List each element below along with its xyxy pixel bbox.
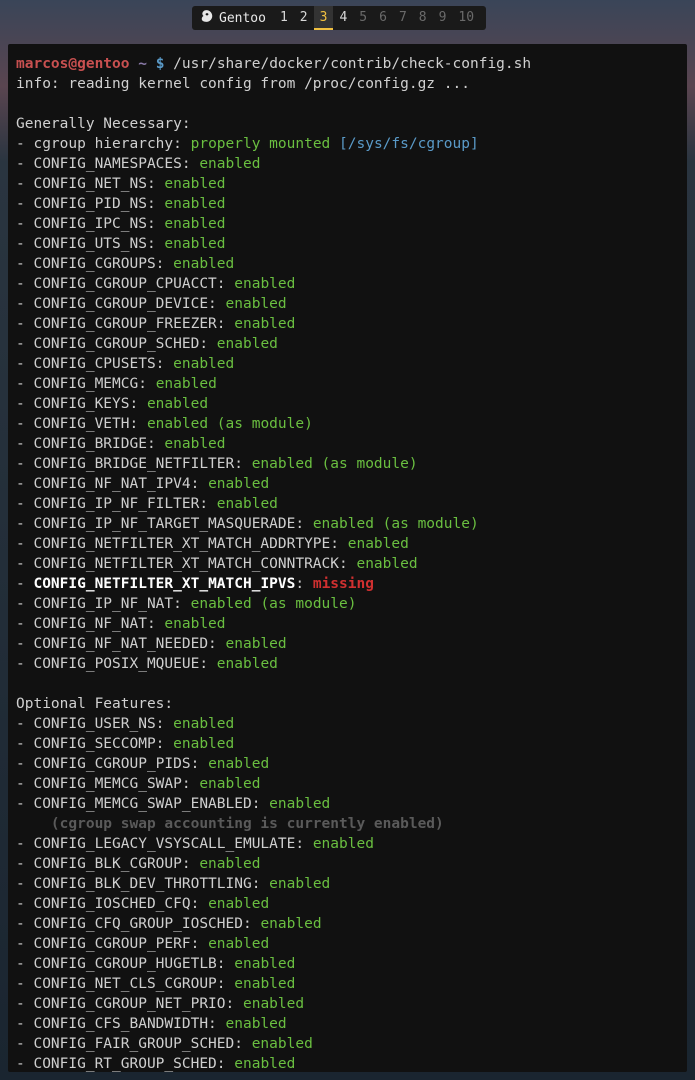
config-line: - CONFIG_IP_NF_FILTER: enabled [16,494,679,514]
gentoo-icon [200,9,214,27]
config-line: - CONFIG_IP_NF_TARGET_MASQUERADE: enable… [16,514,679,534]
config-line: - CONFIG_CGROUP_NET_PRIO: enabled [16,994,679,1014]
tabbar-title: Gentoo [198,9,274,27]
config-line: - CONFIG_MEMCG_SWAP_ENABLED: enabled [16,794,679,814]
config-line: - CONFIG_BRIDGE: enabled [16,434,679,454]
prompt-line: marcos@gentoo ~ $ /usr/share/docker/cont… [16,54,679,74]
config-line: - CONFIG_MEMCG_SWAP: enabled [16,774,679,794]
workspace-tab-5[interactable]: 5 [353,6,373,30]
config-line: - CONFIG_USER_NS: enabled [16,714,679,734]
workspace-tab-3[interactable]: 3 [314,6,334,30]
workspace-tab-1[interactable]: 1 [274,6,294,30]
config-line: - CONFIG_NET_NS: enabled [16,174,679,194]
workspace-tabbar: Gentoo 12345678910 [192,6,486,30]
prompt-user: marcos@gentoo [16,56,130,72]
workspace-tab-4[interactable]: 4 [333,6,353,30]
config-line: - CONFIG_UTS_NS: enabled [16,234,679,254]
section-header-2: Optional Features: [16,694,679,714]
config-line: - CONFIG_CGROUP_DEVICE: enabled [16,294,679,314]
config-line: - CONFIG_CGROUP_SCHED: enabled [16,334,679,354]
config-line: - CONFIG_NETFILTER_XT_MATCH_ADDRTYPE: en… [16,534,679,554]
config-line: - CONFIG_LEGACY_VSYSCALL_EMULATE: enable… [16,834,679,854]
config-line: - CONFIG_NETFILTER_XT_MATCH_CONNTRACK: e… [16,554,679,574]
config-note: (cgroup swap accounting is currently ena… [16,814,679,834]
config-line: - CONFIG_CGROUP_HUGETLB: enabled [16,954,679,974]
prompt-symbol: $ [156,56,165,72]
config-line: - CONFIG_NETFILTER_XT_MATCH_IPVS: missin… [16,574,679,594]
workspace-numbers: 12345678910 [274,6,480,30]
workspace-tab-6[interactable]: 6 [373,6,393,30]
info-line: info: reading kernel config from /proc/c… [16,74,679,94]
config-line: - CONFIG_POSIX_MQUEUE: enabled [16,654,679,674]
tabbar-title-text: Gentoo [219,11,266,26]
config-line: - CONFIG_PID_NS: enabled [16,194,679,214]
config-line: - CONFIG_NF_NAT: enabled [16,614,679,634]
config-line: - CONFIG_CFS_BANDWIDTH: enabled [16,1014,679,1034]
config-line: - CONFIG_CGROUPS: enabled [16,254,679,274]
workspace-tab-7[interactable]: 7 [393,6,413,30]
section2-items: - CONFIG_USER_NS: enabled- CONFIG_SECCOM… [16,714,679,1072]
config-line: - CONFIG_IP_NF_NAT: enabled (as module) [16,594,679,614]
config-line: - CONFIG_FAIR_GROUP_SCHED: enabled [16,1034,679,1054]
config-line: - CONFIG_IOSCHED_CFQ: enabled [16,894,679,914]
config-line: - CONFIG_BLK_DEV_THROTTLING: enabled [16,874,679,894]
section1-items: - CONFIG_NAMESPACES: enabled- CONFIG_NET… [16,154,679,674]
config-line: - CONFIG_BLK_CGROUP: enabled [16,854,679,874]
config-line: - CONFIG_KEYS: enabled [16,394,679,414]
config-line: - CONFIG_RT_GROUP_SCHED: enabled [16,1054,679,1072]
config-line: - CONFIG_IPC_NS: enabled [16,214,679,234]
workspace-tab-9[interactable]: 9 [433,6,453,30]
config-line: - CONFIG_CGROUP_FREEZER: enabled [16,314,679,334]
config-line: - CONFIG_CFQ_GROUP_IOSCHED: enabled [16,914,679,934]
config-line: - CONFIG_NET_CLS_CGROUP: enabled [16,974,679,994]
config-line: - CONFIG_VETH: enabled (as module) [16,414,679,434]
config-line: - CONFIG_CGROUP_CPUACCT: enabled [16,274,679,294]
cgroup-line: - cgroup hierarchy: properly mounted [/s… [16,134,679,154]
config-line: - CONFIG_SECCOMP: enabled [16,734,679,754]
command-text: /usr/share/docker/contrib/check-config.s… [173,56,531,72]
section-header-1: Generally Necessary: [16,114,679,134]
config-line: - CONFIG_MEMCG: enabled [16,374,679,394]
prompt-path: ~ [138,56,147,72]
config-line: - CONFIG_NF_NAT_NEEDED: enabled [16,634,679,654]
config-line: - CONFIG_CGROUP_PERF: enabled [16,934,679,954]
config-line: - CONFIG_NAMESPACES: enabled [16,154,679,174]
config-line: - CONFIG_NF_NAT_IPV4: enabled [16,474,679,494]
config-line: - CONFIG_CGROUP_PIDS: enabled [16,754,679,774]
terminal[interactable]: marcos@gentoo ~ $ /usr/share/docker/cont… [8,44,687,1072]
workspace-tab-2[interactable]: 2 [294,6,314,30]
workspace-tab-10[interactable]: 10 [452,6,480,30]
config-line: - CONFIG_CPUSETS: enabled [16,354,679,374]
config-line: - CONFIG_BRIDGE_NETFILTER: enabled (as m… [16,454,679,474]
workspace-tab-8[interactable]: 8 [413,6,433,30]
